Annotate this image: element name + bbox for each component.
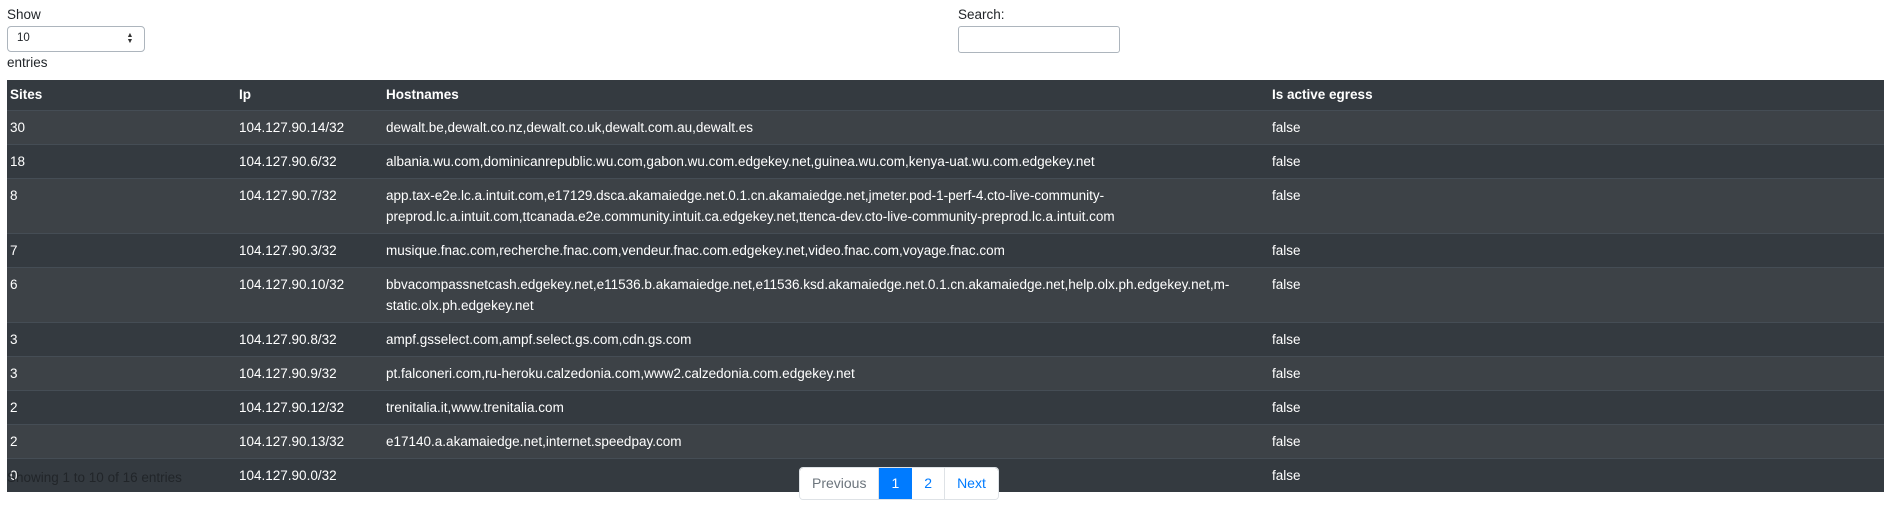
pagination: Previous 1 2 Next — [799, 467, 999, 500]
search-control: Search: — [958, 6, 1120, 53]
cell-sites: 8 — [7, 177, 236, 233]
column-header-is-active-egress[interactable]: Is active egress — [1269, 80, 1884, 111]
cell-hostnames: musique.fnac.com,recherche.fnac.com,vend… — [383, 232, 1269, 267]
entries-label: entries — [7, 55, 48, 70]
cell-hostnames: dewalt.be,dewalt.co.nz,dewalt.co.uk,dewa… — [383, 109, 1269, 144]
next-button[interactable]: Next — [945, 468, 998, 499]
cell-sites: 30 — [7, 109, 236, 144]
cell-ip: 104.127.90.12/32 — [236, 389, 383, 424]
cell-hostnames: bbvacompassnetcash.edgekey.net,e11536.b.… — [383, 266, 1269, 322]
table-row: 2 104.127.90.12/32 trenitalia.it,www.tre… — [7, 389, 1884, 424]
cell-ip: 104.127.90.7/32 — [236, 177, 383, 233]
table-row: 3 104.127.90.8/32 ampf.gsselect.com,ampf… — [7, 321, 1884, 356]
previous-button[interactable]: Previous — [800, 468, 880, 499]
table-row: 6 104.127.90.10/32 bbvacompassnetcash.ed… — [7, 266, 1884, 322]
show-label: Show — [7, 7, 41, 22]
cell-hostnames: ampf.gsselect.com,ampf.select.gs.com,cdn… — [383, 321, 1269, 356]
table-row: 2 104.127.90.13/32 e17140.a.akamaiedge.n… — [7, 423, 1884, 458]
cell-is-active-egress: false — [1269, 109, 1884, 144]
cell-ip: 104.127.90.0/32 — [236, 457, 383, 492]
entries-select-value: 10 — [17, 32, 30, 44]
cell-sites: 2 — [7, 389, 236, 424]
table-row: 7 104.127.90.3/32 musique.fnac.com,reche… — [7, 232, 1884, 267]
cell-ip: 104.127.90.3/32 — [236, 232, 383, 267]
length-control: Show 10 ▲ ▼ entries — [7, 6, 145, 71]
cell-hostnames: trenitalia.it,www.trenitalia.com — [383, 389, 1269, 424]
entries-select[interactable]: 10 ▲ ▼ — [7, 26, 145, 52]
cell-hostnames: albania.wu.com,dominicanrepublic.wu.com,… — [383, 143, 1269, 178]
up-down-caret-icon: ▲ ▼ — [126, 32, 134, 45]
cell-is-active-egress: false — [1269, 321, 1884, 356]
cell-hostnames: app.tax-e2e.lc.a.intuit.com,e17129.dsca.… — [383, 177, 1269, 233]
data-table: Sites Ip Hostnames Is active egress 30 1… — [7, 80, 1884, 492]
column-header-hostnames[interactable]: Hostnames — [383, 80, 1269, 111]
cell-ip: 104.127.90.6/32 — [236, 143, 383, 178]
cell-sites: 7 — [7, 232, 236, 267]
table-header-row: Sites Ip Hostnames Is active egress — [7, 80, 1884, 111]
cell-sites: 3 — [7, 355, 236, 390]
cell-ip: 104.127.90.9/32 — [236, 355, 383, 390]
search-label: Search: — [958, 7, 1005, 22]
cell-is-active-egress: false — [1269, 423, 1884, 458]
table-row: 30 104.127.90.14/32 dewalt.be,dewalt.co.… — [7, 109, 1884, 144]
search-input[interactable] — [958, 26, 1120, 53]
cell-is-active-egress: false — [1269, 232, 1884, 267]
table-row: 18 104.127.90.6/32 albania.wu.com,domini… — [7, 143, 1884, 178]
table-info: Showing 1 to 10 of 16 entries — [7, 470, 182, 485]
cell-hostnames: pt.falconeri.com,ru-heroku.calzedonia.co… — [383, 355, 1269, 390]
cell-ip: 104.127.90.14/32 — [236, 109, 383, 144]
table-row: 8 104.127.90.7/32 app.tax-e2e.lc.a.intui… — [7, 177, 1884, 233]
cell-is-active-egress: false — [1269, 177, 1884, 233]
cell-ip: 104.127.90.10/32 — [236, 266, 383, 322]
cell-sites: 2 — [7, 423, 236, 458]
cell-sites: 3 — [7, 321, 236, 356]
cell-is-active-egress: false — [1269, 355, 1884, 390]
cell-is-active-egress: false — [1269, 143, 1884, 178]
column-header-ip[interactable]: Ip — [236, 80, 383, 111]
cell-is-active-egress: false — [1269, 389, 1884, 424]
page-button-2[interactable]: 2 — [912, 468, 946, 499]
cell-hostnames: e17140.a.akamaiedge.net,internet.speedpa… — [383, 423, 1269, 458]
cell-is-active-egress: false — [1269, 266, 1884, 322]
cell-is-active-egress: false — [1269, 457, 1884, 492]
cell-sites: 6 — [7, 266, 236, 322]
cell-ip: 104.127.90.13/32 — [236, 423, 383, 458]
cell-ip: 104.127.90.8/32 — [236, 321, 383, 356]
cell-sites: 18 — [7, 143, 236, 178]
table-row: 3 104.127.90.9/32 pt.falconeri.com,ru-he… — [7, 355, 1884, 390]
page-button-1[interactable]: 1 — [879, 468, 913, 499]
column-header-sites[interactable]: Sites — [7, 80, 236, 111]
